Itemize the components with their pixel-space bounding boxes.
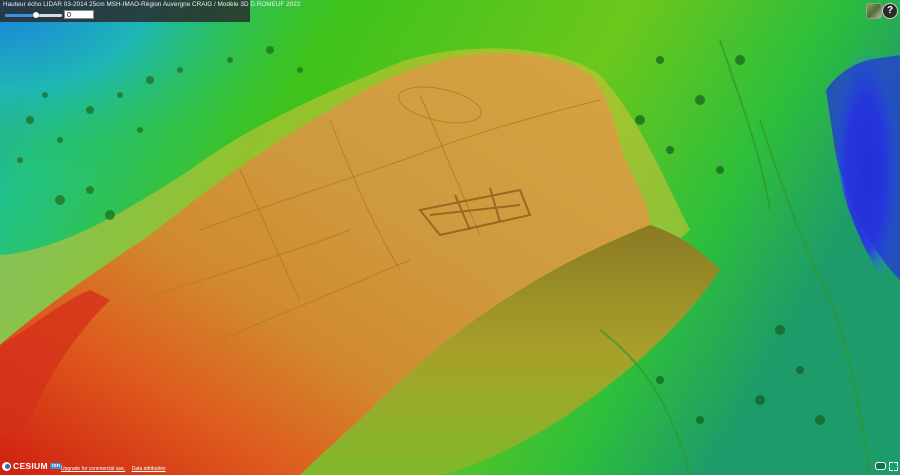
layer-control-panel: Hauteur écho LIDAR 03-2014 25cm MSH-IMAO… <box>0 0 300 22</box>
help-button[interactable]: ? <box>882 3 898 19</box>
cesium-viewer[interactable]: Hauteur écho LIDAR 03-2014 25cm MSH-IMAO… <box>0 0 900 475</box>
cesium-logo-icon <box>2 461 11 471</box>
layers-thumbnail-icon <box>867 4 881 18</box>
credit-links: Upgrade for commercial use. Data attribu… <box>61 466 171 472</box>
value-field[interactable]: 0 <box>64 10 94 19</box>
exaggeration-slider[interactable] <box>5 12 62 18</box>
upgrade-link[interactable]: Upgrade for commercial use. <box>61 466 125 472</box>
base-layer-picker-button[interactable] <box>866 3 882 19</box>
cesium-logo[interactable]: CESIUM ion <box>2 460 63 472</box>
vr-icon[interactable] <box>875 462 886 470</box>
fullscreen-icon[interactable] <box>889 462 898 471</box>
data-attribution-link[interactable]: Data attribution <box>132 466 166 472</box>
lidar-terrain-view[interactable] <box>0 0 900 475</box>
cesium-logo-text: CESIUM <box>13 461 48 471</box>
help-icon: ? <box>886 5 894 16</box>
slider-thumb[interactable] <box>33 12 40 18</box>
layer-title: Hauteur écho LIDAR 03-2014 25cm MSH-IMAO… <box>3 1 301 8</box>
slider-fill <box>5 14 37 17</box>
